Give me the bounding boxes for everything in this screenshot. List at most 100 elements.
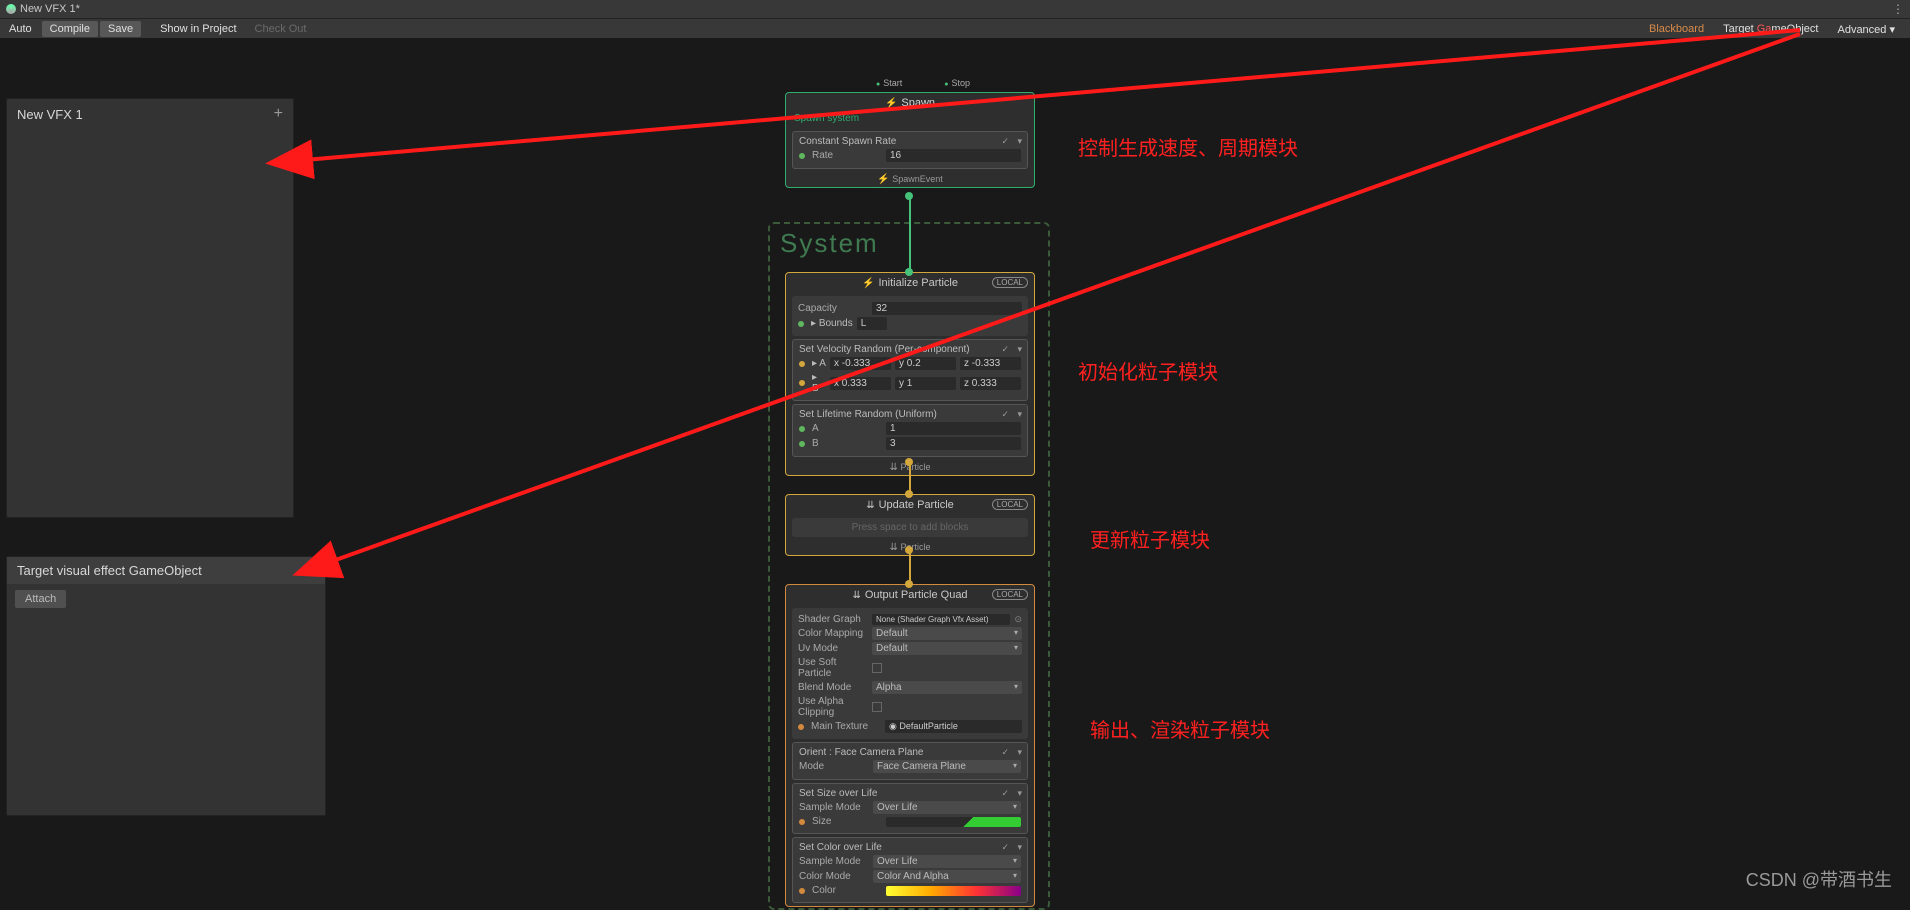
capacity-field[interactable]: 32 [872,302,1022,315]
port-dot[interactable] [798,724,804,730]
checkmark-icon[interactable]: ✓ [1001,136,1009,147]
chevron-down-icon[interactable]: ▾ [1017,747,1022,758]
vel-a-y[interactable]: y 0.2 [895,357,956,370]
connector-dot[interactable] [905,490,913,498]
connector-dot[interactable] [905,546,913,554]
size-curve-field[interactable] [886,817,1021,827]
checkmark-icon[interactable]: ✓ [1001,344,1009,355]
local-badge: LOCAL [992,589,1028,600]
port-dot[interactable] [799,888,805,894]
rate-field[interactable]: 16 [886,149,1021,162]
vel-a-x[interactable]: x -0.333 [830,357,891,370]
vel-a-z[interactable]: z -0.333 [960,357,1021,370]
port-dot[interactable] [799,819,805,825]
chevron-down-icon[interactable]: ▾ [1017,842,1022,853]
blackboard-panel: New VFX 1 + [6,98,294,518]
port-dot[interactable] [799,441,805,447]
blackboard-button[interactable]: Blackboard [1641,21,1712,37]
connector-dot[interactable] [905,268,913,276]
target-panel: Target visual effect GameObject Attach [6,556,326,816]
connector-update-output [909,550,911,584]
initialize-particle-node[interactable]: Initialize ParticleLOCAL Capacity32 ▸ Bo… [785,272,1035,476]
orient-mode-dropdown[interactable]: Face Camera Plane [873,760,1021,773]
constant-spawn-rate-block[interactable]: Constant Spawn Rate ✓▾ Rate16 [792,131,1028,169]
shadergraph-field[interactable]: None (Shader Graph Vfx Asset) [872,614,1010,625]
target-gameobject-button[interactable]: Target GameObject [1715,21,1826,37]
uv-mode-dropdown[interactable]: Default [872,642,1022,655]
output-icon [852,589,860,601]
color-gradient-field[interactable] [886,886,1021,896]
local-badge: LOCAL [992,277,1028,288]
vfx-icon [6,4,16,14]
set-lifetime-random-block[interactable]: Set Lifetime Random (Uniform)✓▾ A1 B3 [792,404,1028,457]
save-button[interactable]: Save [100,21,141,37]
annotation-init: 初始化粒子模块 [1078,356,1218,385]
window-title: New VFX 1* [20,3,80,15]
target-panel-header: Target visual effect GameObject [7,557,325,584]
advanced-button[interactable]: Advanced ▾ [1829,21,1903,38]
object-picker-icon[interactable]: ⊙ [1014,614,1022,625]
color-mapping-dropdown[interactable]: Default [872,627,1022,640]
vel-b-z[interactable]: z 0.333 [960,377,1021,390]
port-dot[interactable] [799,380,805,386]
window-titlebar: New VFX 1* ⋮ [0,0,1910,18]
connector-dot[interactable] [905,580,913,588]
color-mode-dropdown[interactable]: Color And Alpha [873,870,1021,883]
update-icon [866,499,874,511]
auto-button[interactable]: Auto [1,21,40,37]
annotation-update: 更新粒子模块 [1090,524,1210,553]
spawn-node[interactable]: Spawn Spawn system Constant Spawn Rate ✓… [785,92,1035,188]
lifetime-b[interactable]: 3 [886,437,1021,450]
chevron-down-icon[interactable]: ▾ [1017,344,1022,355]
attach-button[interactable]: Attach [15,590,66,608]
add-icon[interactable]: + [274,105,283,123]
alpha-clipping-checkbox[interactable] [872,702,882,712]
chevron-down-icon[interactable]: ▾ [1017,788,1022,799]
set-velocity-random-block[interactable]: Set Velocity Random (Per-component)✓▾ ▸ … [792,339,1028,401]
main-texture-field[interactable]: ◉ DefaultParticle [885,720,1022,733]
connector-dot[interactable] [905,458,913,466]
soft-particle-checkbox[interactable] [872,663,882,673]
orient-block[interactable]: Orient : Face Camera Plane✓▾ ModeFace Ca… [792,742,1028,780]
blackboard-title: New VFX 1 [17,107,83,122]
chevron-down-icon[interactable]: ▾ [1017,409,1022,420]
start-port[interactable]: Start [876,78,902,88]
bounds-foldout[interactable]: ▸ Bounds [811,318,853,329]
kebab-icon[interactable]: ⋮ [1892,2,1904,16]
target-panel-title: Target visual effect GameObject [17,563,202,578]
bolt-icon [885,97,897,109]
annotation-output: 输出、渲染粒子模块 [1090,714,1270,743]
color-samplemode-dropdown[interactable]: Over Life [873,855,1021,868]
compile-button[interactable]: Compile [42,21,98,37]
port-dot[interactable] [799,426,805,432]
bolt-icon [862,277,874,289]
output-header: Output Particle QuadLOCAL [786,585,1034,605]
update-header: Update ParticleLOCAL [786,495,1034,515]
port-dot[interactable] [799,361,805,367]
show-in-project-button[interactable]: Show in Project [152,21,244,37]
vel-b-x[interactable]: x 0.333 [830,377,891,390]
checkmark-icon[interactable]: ✓ [1001,788,1009,799]
checkmark-icon[interactable]: ✓ [1001,409,1009,420]
checkmark-icon[interactable]: ✓ [1001,747,1009,758]
blend-mode-dropdown[interactable]: Alpha [872,681,1022,694]
set-color-over-life-block[interactable]: Set Color over Life✓▾ Sample ModeOver Li… [792,837,1028,903]
update-hint[interactable]: Press space to add blocks [792,518,1028,537]
connector-dot[interactable] [905,192,913,200]
stop-port[interactable]: Stop [944,78,970,88]
chevron-down-icon[interactable]: ▾ [1017,136,1022,147]
checkmark-icon[interactable]: ✓ [1001,842,1009,853]
toolbar-right: Blackboard Target GameObject Advanced ▾ [1640,19,1904,39]
check-out-button: Check Out [247,21,315,37]
set-size-over-life-block[interactable]: Set Size over Life✓▾ Sample ModeOver Lif… [792,783,1028,834]
output-particle-quad-node[interactable]: Output Particle QuadLOCAL Shader GraphNo… [785,584,1035,907]
vel-b-y[interactable]: y 1 [895,377,956,390]
spawn-ports: Start Stop [876,78,970,88]
port-dot[interactable] [799,153,805,159]
init-settings: Capacity32 ▸ BoundsL [792,296,1028,336]
lifetime-a[interactable]: 1 [886,422,1021,435]
blackboard-header: New VFX 1 + [7,99,293,129]
size-samplemode-dropdown[interactable]: Over Life [873,801,1021,814]
port-dot[interactable] [798,321,804,327]
watermark: CSDN @带酒书生 [1746,866,1892,892]
